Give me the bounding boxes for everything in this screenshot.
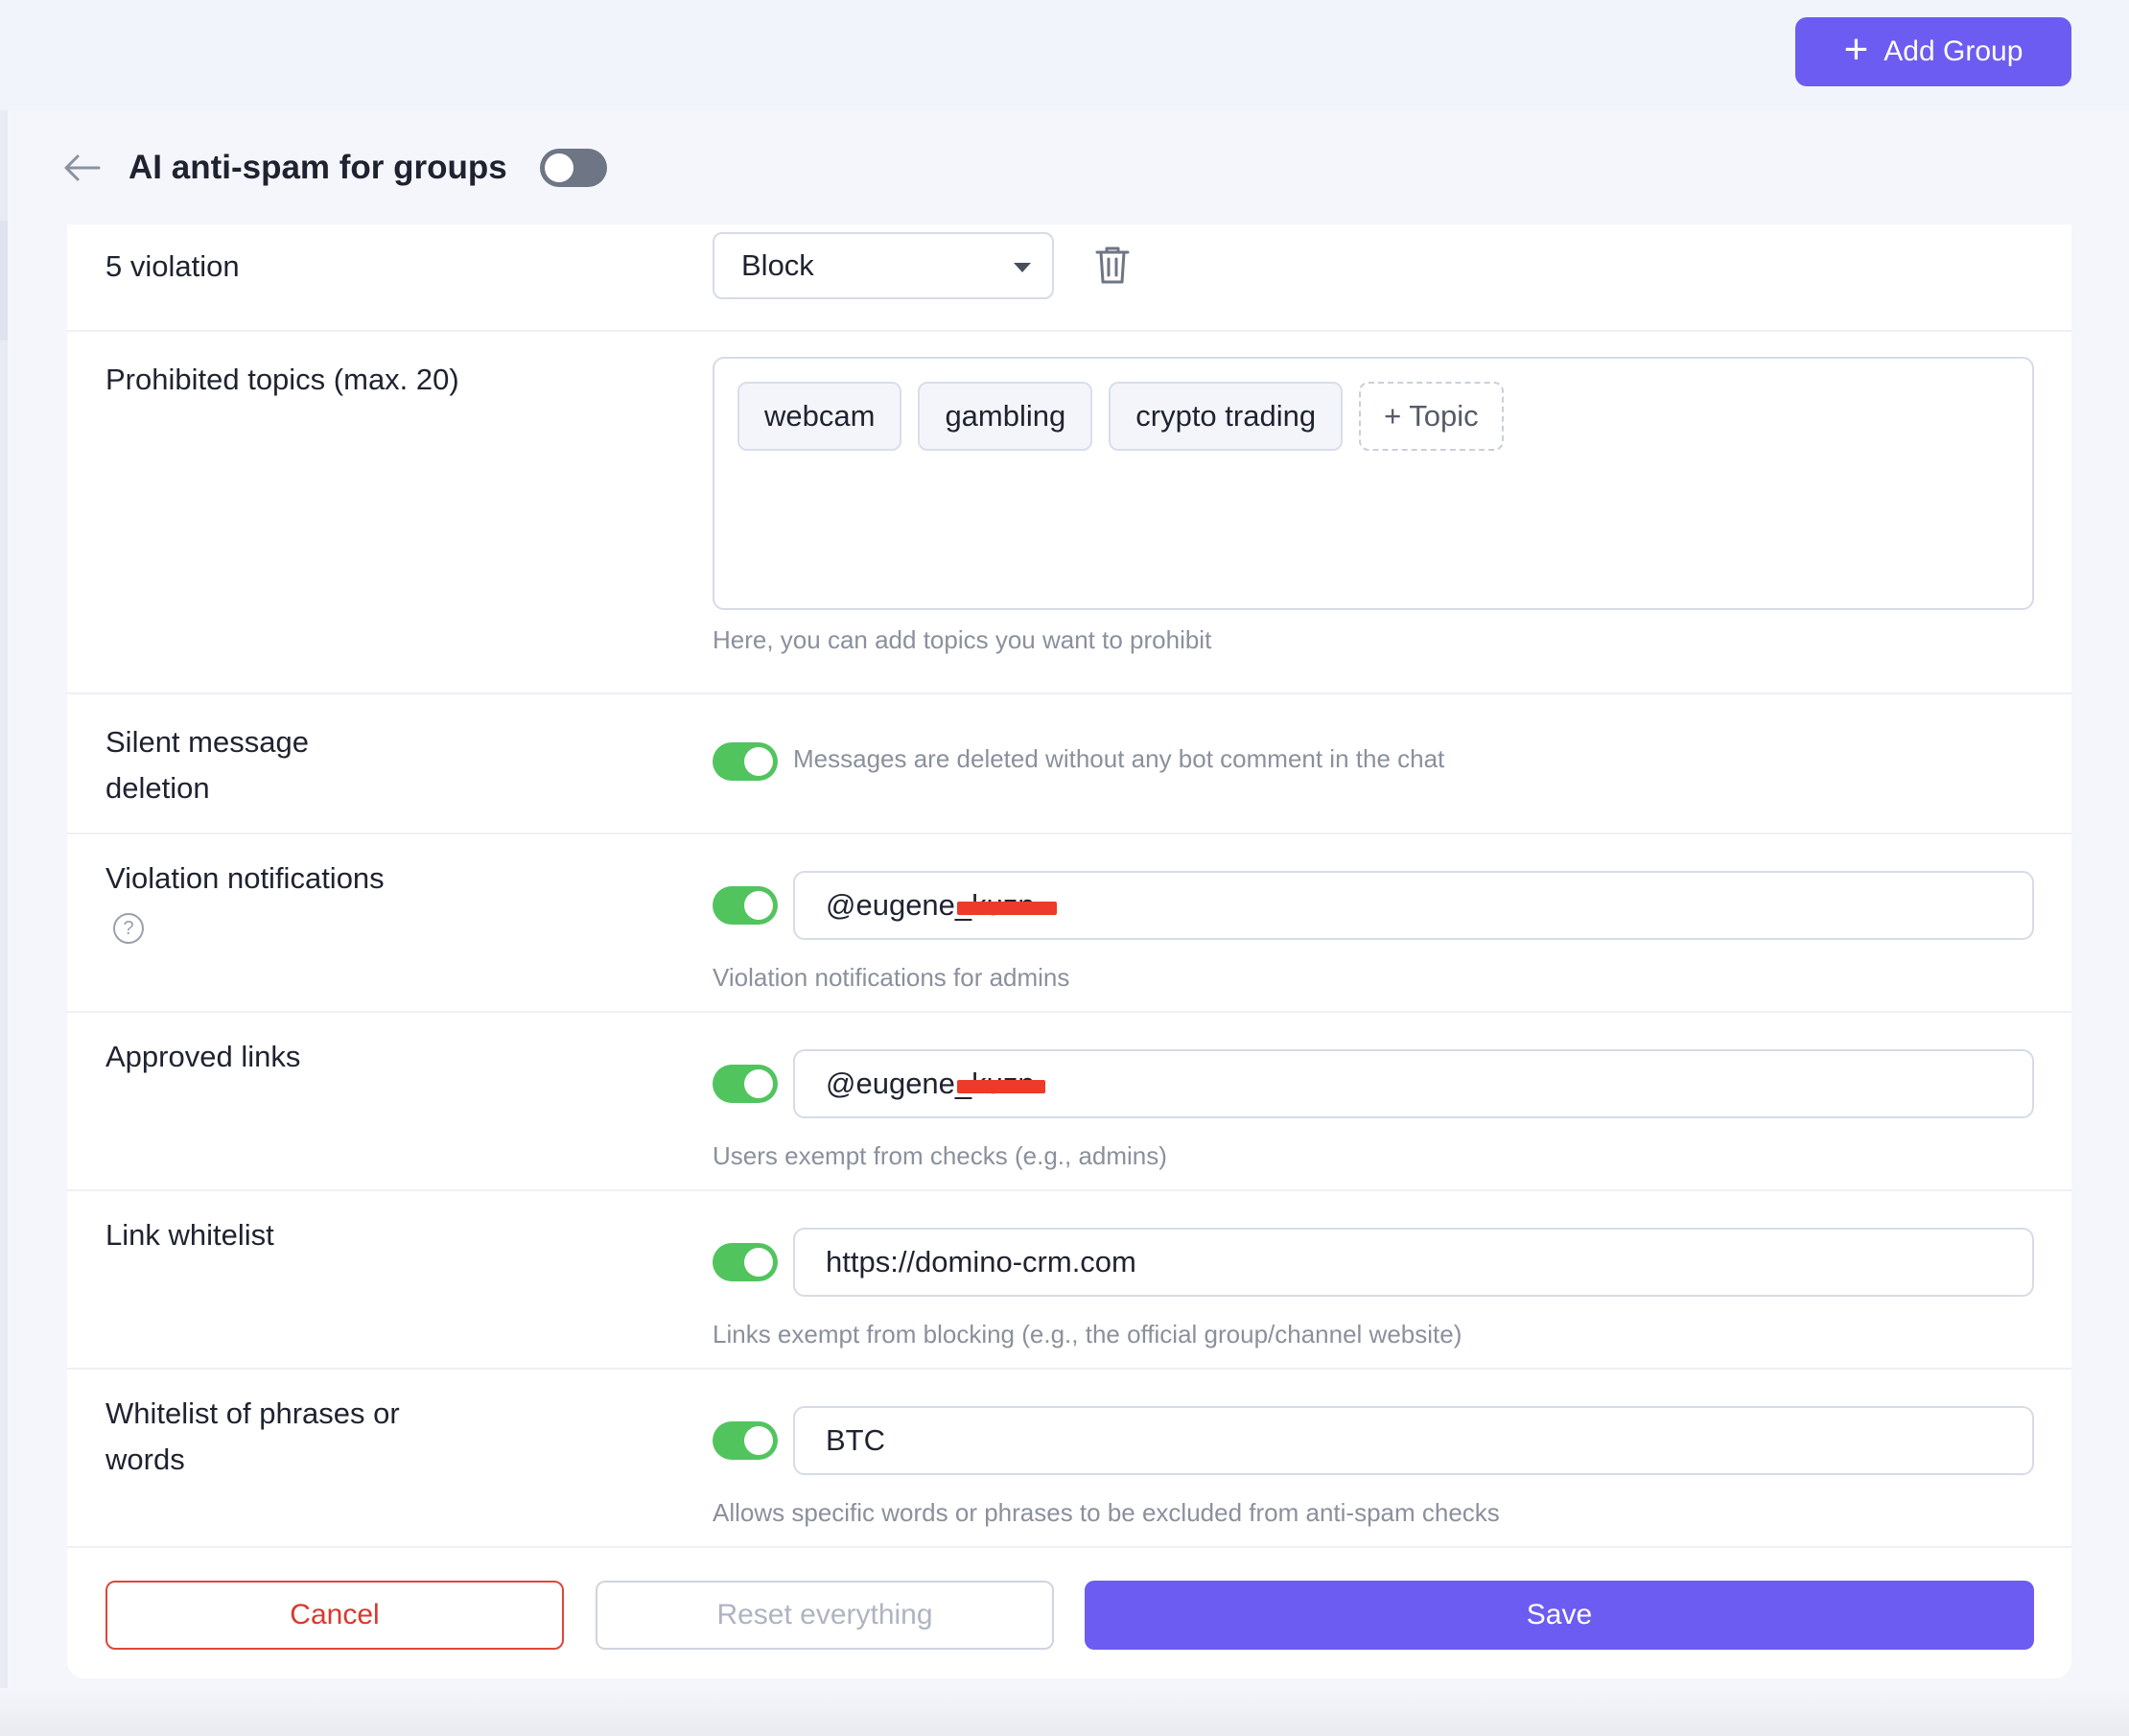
phrase-whitelist-label: Whitelist of phrases or words xyxy=(105,1396,400,1476)
violation-notifications-label-group: Violation notifications ? xyxy=(105,856,470,948)
silent-deletion-toggle[interactable] xyxy=(713,742,778,781)
redaction-mark xyxy=(957,1080,1045,1093)
bottom-shade xyxy=(0,1688,2129,1736)
plus-icon: + xyxy=(1843,26,1869,73)
phrase-whitelist-toggle[interactable] xyxy=(713,1421,778,1460)
topics-box[interactable]: webcam gambling crypto trading + Topic xyxy=(713,357,2034,610)
help-icon[interactable]: ? xyxy=(113,913,144,944)
silent-deletion-hint: Messages are deleted without any bot com… xyxy=(793,744,1445,773)
toggle-knob xyxy=(744,1248,773,1277)
page-header: AI anti-spam for groups xyxy=(58,134,607,201)
trash-icon[interactable] xyxy=(1093,244,1141,292)
link-whitelist-row: Link whitelist https://domino-crm.com Li… xyxy=(67,1191,2071,1370)
violation-notifications-label: Violation notifications xyxy=(105,861,385,895)
anti-spam-enable-toggle[interactable] xyxy=(539,149,607,187)
reset-everything-button[interactable]: Reset everything xyxy=(596,1581,1054,1650)
phrase-whitelist-hint: Allows specific words or phrases to be e… xyxy=(713,1498,1500,1527)
left-rail-indicator xyxy=(0,221,8,340)
approved-links-hint: Users exempt from checks (e.g., admins) xyxy=(713,1141,1167,1170)
toggle-knob xyxy=(744,891,773,920)
topic-chip[interactable]: gambling xyxy=(918,382,1093,451)
link-whitelist-value: https://domino-crm.com xyxy=(826,1245,1136,1279)
topic-chip[interactable]: webcam xyxy=(737,382,902,451)
add-group-button[interactable]: + Add Group xyxy=(1795,17,2071,86)
add-topic-button[interactable]: + Topic xyxy=(1359,382,1504,451)
save-button[interactable]: Save xyxy=(1085,1581,2034,1650)
violation-label: 5 violation xyxy=(105,249,240,283)
prohibited-topics-row: Prohibited topics (max. 20) webcam gambl… xyxy=(67,332,2071,694)
topics-hint: Here, you can add topics you want to pro… xyxy=(713,625,1212,654)
approved-links-label: Approved links xyxy=(105,1040,301,1073)
link-whitelist-label: Link whitelist xyxy=(105,1218,274,1252)
link-whitelist-hint: Links exempt from blocking (e.g., the of… xyxy=(713,1320,1462,1349)
violation-notifications-row: Violation notifications ? @eugene_kuzn V… xyxy=(67,834,2071,1013)
violation-action-row: 5 violation Block xyxy=(67,224,2071,332)
cancel-button[interactable]: Cancel xyxy=(105,1581,564,1650)
top-bar: + Add Group xyxy=(0,0,2129,110)
toggle-knob xyxy=(744,1069,773,1098)
add-group-label: Add Group xyxy=(1883,35,2024,67)
topics-label: Prohibited topics (max. 20) xyxy=(105,363,459,396)
back-arrow-icon[interactable] xyxy=(58,144,105,192)
silent-deletion-label: Silent message deletion xyxy=(105,725,309,805)
violation-notifications-hint: Violation notifications for admins xyxy=(713,963,1070,992)
violation-action-value: Block xyxy=(741,248,814,282)
approved-links-row: Approved links @eugene_kuzn Users exempt… xyxy=(67,1013,2071,1191)
phrase-whitelist-input[interactable]: BTC xyxy=(793,1406,2034,1475)
toggle-knob xyxy=(544,153,573,182)
toggle-knob xyxy=(744,1426,773,1455)
link-whitelist-toggle[interactable] xyxy=(713,1243,778,1281)
left-rail xyxy=(0,110,8,1736)
settings-card: 5 violation Block Prohibited topics (max… xyxy=(67,224,2071,1678)
approved-links-toggle[interactable] xyxy=(713,1065,778,1103)
violation-notifications-toggle[interactable] xyxy=(713,886,778,925)
silent-deletion-row: Silent message deletion Messages are del… xyxy=(67,694,2071,834)
phrase-whitelist-value: BTC xyxy=(826,1423,885,1457)
caret-down-icon xyxy=(1014,263,1031,272)
topic-chip[interactable]: crypto trading xyxy=(1109,382,1344,451)
redaction-mark xyxy=(957,902,1057,915)
phrase-whitelist-row: Whitelist of phrases or words BTC Allows… xyxy=(67,1370,2071,1548)
link-whitelist-input[interactable]: https://domino-crm.com xyxy=(793,1228,2034,1297)
violation-action-select[interactable]: Block xyxy=(713,232,1054,299)
toggle-knob xyxy=(744,747,773,776)
page-title: AI anti-spam for groups xyxy=(129,149,507,186)
